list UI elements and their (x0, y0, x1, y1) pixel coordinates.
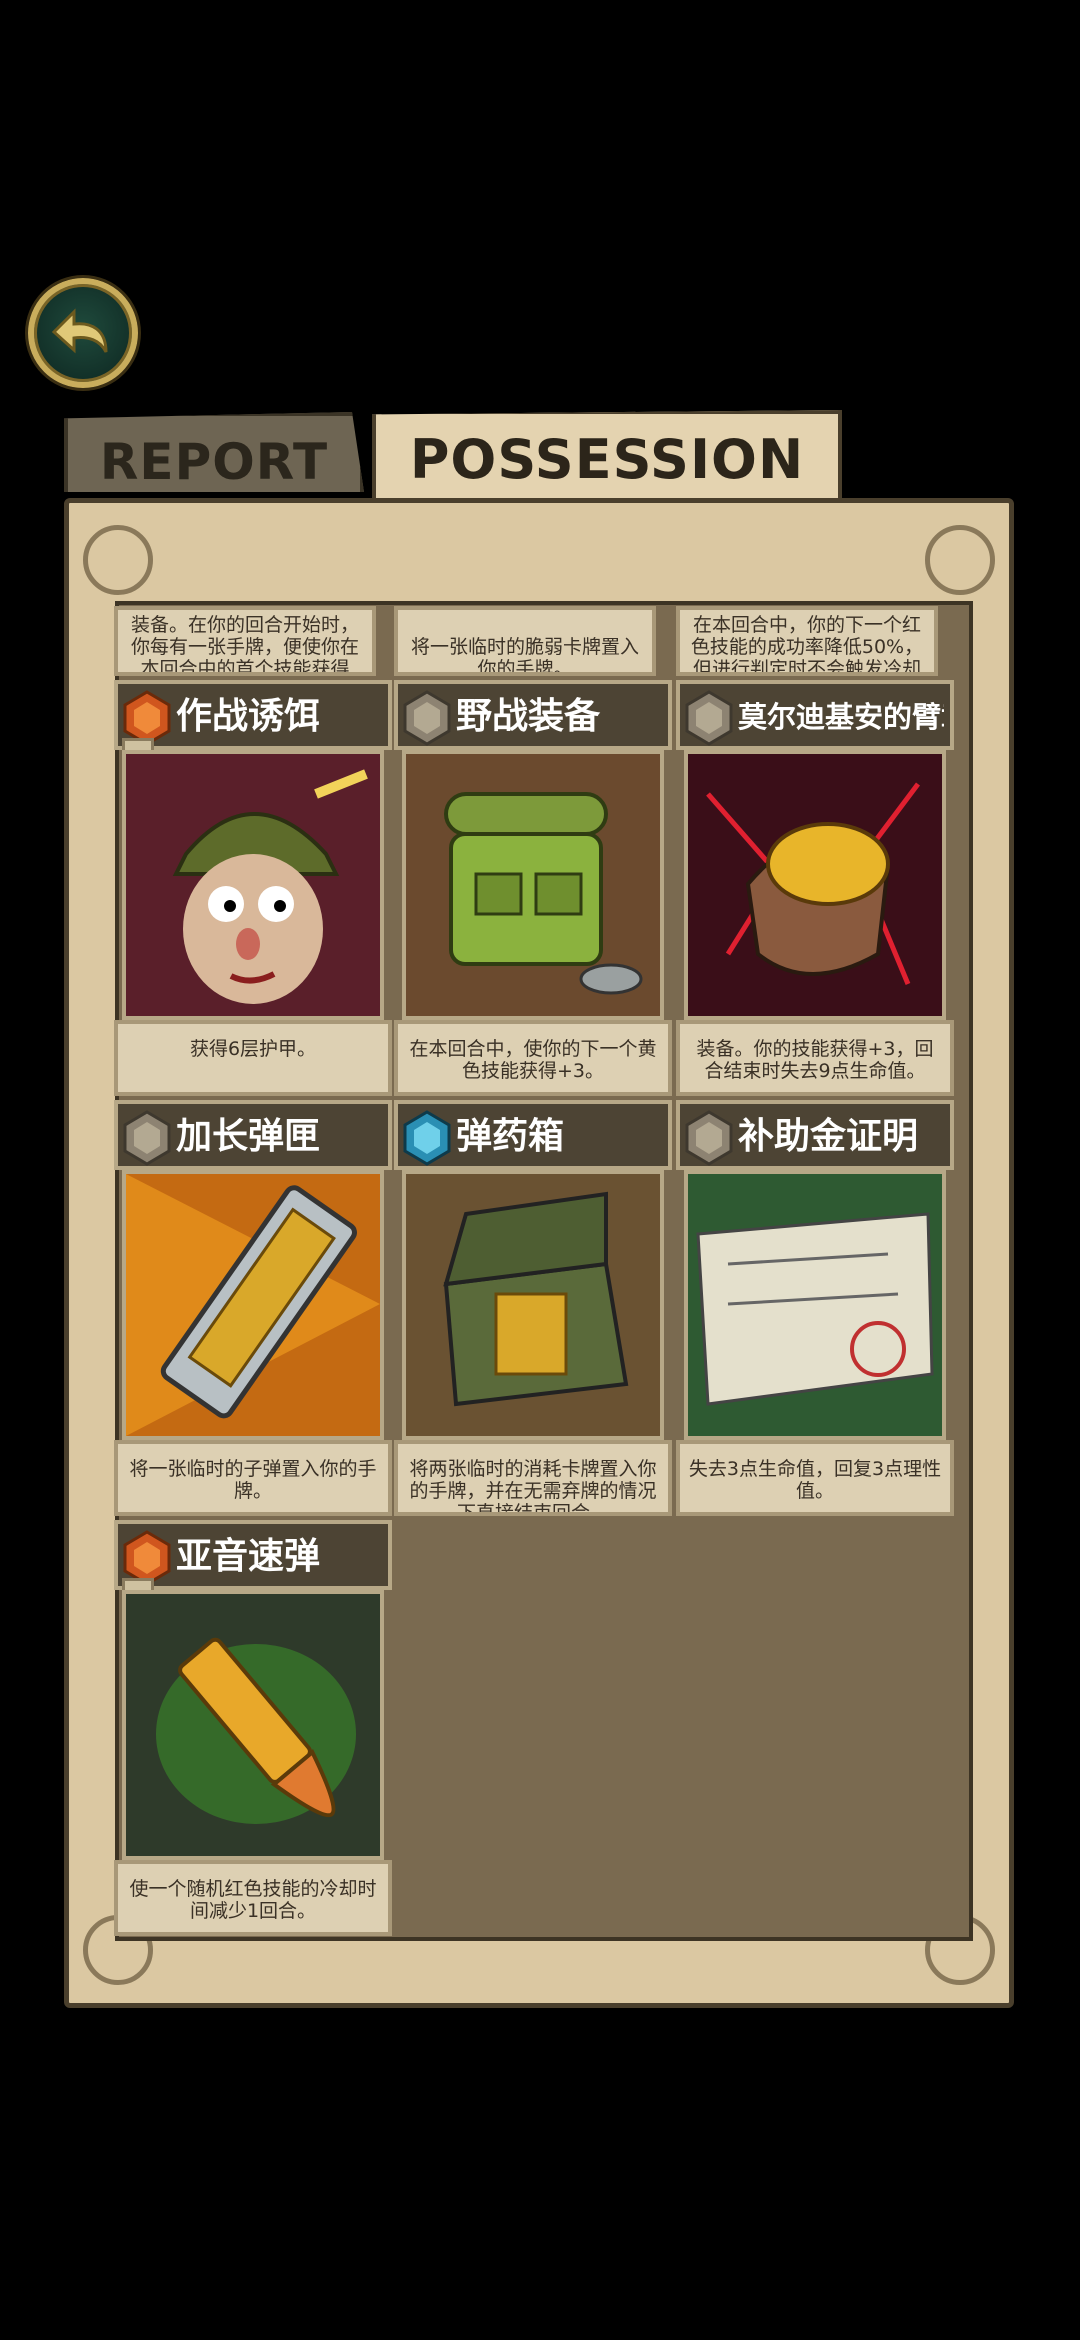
card-title: 作战诱饵 (176, 696, 321, 737)
card-title: 亚音速弹 (176, 1536, 321, 1577)
card-art-soldier (122, 750, 384, 1020)
card-desc-partial: 在本回合中，你的下一个红色技能的成功率降低50%，但进行判定时不会触发冷却 (676, 606, 938, 676)
card-description: 装备。你的技能获得+3，回合结束时失去9点生命值。 (676, 1020, 954, 1096)
card-title: 弹药箱 (456, 1116, 565, 1157)
card-desc-partial: 将一张临时的脆弱卡牌置入你的手牌。 (394, 606, 656, 676)
red-gem-icon (123, 690, 171, 746)
grey-gem-icon (685, 690, 733, 746)
card-art-magazine (122, 1170, 384, 1440)
card-armband[interactable]: 莫尔迪基安的臂章 装备。你的技能获得+3，回合结束时失去9点生命值。 (676, 680, 954, 1096)
corner-ornament (83, 525, 153, 595)
card-title: 加长弹匣 (176, 1116, 321, 1157)
card-title-bar: 加长弹匣 (114, 1100, 392, 1170)
card-title-bar: 补助金证明 (676, 1100, 954, 1170)
card-subsidy-certificate[interactable]: 补助金证明 失去3点生命值，回复3点理性值。 (676, 1100, 954, 1516)
card-desc-partial: 装备。在你的回合开始时，你每有一张手牌，便使你在本回合中的首个技能获得 (114, 606, 376, 676)
grey-gem-icon (123, 1110, 171, 1166)
card-title-bar: 亚音速弹 (114, 1520, 392, 1590)
card-extended-magazine[interactable]: 加长弹匣 将一张临时的子弹置入你的手牌。 (114, 1100, 392, 1516)
card-title-bar: 野战装备 (394, 680, 672, 750)
card-art-armband (684, 750, 946, 1020)
tab-report[interactable]: REPORT (64, 412, 364, 492)
grey-gem-icon (685, 1110, 733, 1166)
card-art-backpack (402, 750, 664, 1020)
card-title-bar: 莫尔迪基安的臂章 (676, 680, 954, 750)
card-field-gear[interactable]: 野战装备 在本回合中，使你的下一个黄色技能获得+3。 (394, 680, 672, 1096)
card-title-bar: 弹药箱 (394, 1100, 672, 1170)
card-art-bullet (122, 1590, 384, 1860)
card-art-certificate (684, 1170, 946, 1440)
card-description: 将两张临时的消耗卡牌置入你的手牌，并在无需弃牌的情况下直接结束回合。 (394, 1440, 672, 1516)
card-title: 莫尔迪基安的臂章 (738, 700, 944, 734)
card-description: 在本回合中，使你的下一个黄色技能获得+3。 (394, 1020, 672, 1096)
card-ammo-box[interactable]: 弹药箱 将两张临时的消耗卡牌置入你的手牌，并在无需弃牌的情况下直接结束回合。 (394, 1100, 672, 1516)
card-title-bar: 作战诱饵 (114, 680, 392, 750)
card-subsonic-round[interactable]: 亚音速弹 4 使一个随机红色技能的冷却时间减少1回合。 (114, 1520, 392, 1936)
card-description: 将一张临时的子弹置入你的手牌。 (114, 1440, 392, 1516)
card-title: 野战装备 (456, 696, 601, 737)
blue-gem-icon (403, 1110, 451, 1166)
card-title: 补助金证明 (738, 1116, 919, 1157)
back-arrow-icon (51, 308, 108, 354)
card-combat-decoy[interactable]: 作战诱饵 3 获得6层护甲。 (114, 680, 392, 1096)
card-description: 使一个随机红色技能的冷却时间减少1回合。 (114, 1860, 392, 1936)
corner-ornament (925, 525, 995, 595)
card-description: 获得6层护甲。 (114, 1020, 392, 1096)
back-button[interactable] (28, 278, 138, 388)
card-art-ammo-box (402, 1170, 664, 1440)
card-description: 失去3点生命值，回复3点理性值。 (676, 1440, 954, 1516)
red-gem-icon (123, 1530, 171, 1586)
grey-gem-icon (403, 690, 451, 746)
